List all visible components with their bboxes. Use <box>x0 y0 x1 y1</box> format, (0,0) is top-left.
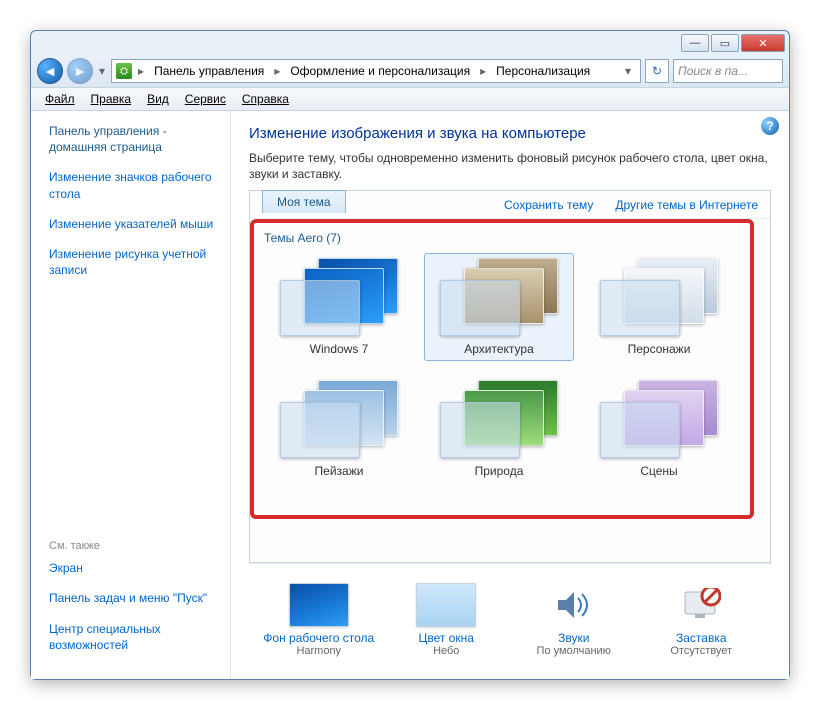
window-color-item[interactable]: Цвет окна Небо <box>387 583 505 657</box>
theme-label: Персонажи <box>628 342 691 356</box>
themes-top-bar: Моя тема Сохранить тему Другие темы в Ин… <box>250 191 770 219</box>
search-input[interactable]: Поиск в па... <box>673 59 783 83</box>
sidebar-link-taskbar[interactable]: Панель задач и меню "Пуск" <box>49 590 218 606</box>
more-themes-link[interactable]: Другие темы в Интернете <box>615 198 758 212</box>
menu-file[interactable]: Файл <box>39 90 81 108</box>
menu-help[interactable]: Справка <box>236 90 295 108</box>
menubar: Файл Правка Вид Сервис Справка <box>31 87 789 111</box>
breadcrumb-dropdown-icon[interactable]: ▾ <box>620 64 636 78</box>
body: Панель управления - домашняя страница Из… <box>31 111 789 679</box>
sidebar-link-mouse-pointers[interactable]: Изменение указателей мыши <box>49 216 218 232</box>
window-frame: — ▭ ✕ ◄ ► ▾ ⛭ ▸ Панель управления ▸ Офор… <box>30 30 790 680</box>
theme-thumbnail <box>280 380 398 458</box>
sounds-icon <box>544 583 604 627</box>
sounds-label: Звуки <box>558 631 589 645</box>
menu-view[interactable]: Вид <box>141 90 175 108</box>
menu-tools[interactable]: Сервис <box>179 90 232 108</box>
theme-landscapes[interactable]: Пейзажи <box>264 375 414 483</box>
sidebar-home-link[interactable]: Панель управления - домашняя страница <box>49 123 218 155</box>
desktop-background-item[interactable]: Фон рабочего стола Harmony <box>260 583 378 657</box>
sidebar-link-account-picture[interactable]: Изменение рисунка учетной записи <box>49 246 218 278</box>
forward-button[interactable]: ► <box>67 58 93 84</box>
theme-windows7[interactable]: Windows 7 <box>264 253 414 361</box>
theme-thumbnail <box>440 258 558 336</box>
chevron-right-icon: ▸ <box>476 64 490 78</box>
themes-scroll[interactable]: Темы Aero (7) Windows 7 <box>250 219 770 562</box>
chevron-right-icon: ▸ <box>270 64 284 78</box>
theme-characters[interactable]: Персонажи <box>584 253 734 361</box>
screensaver-value: Отсутствует <box>670 645 732 657</box>
breadcrumb-seg-2[interactable]: Оформление и персонализация <box>286 62 474 80</box>
sidebar-link-display[interactable]: Экран <box>49 560 218 576</box>
navbar: ◄ ► ▾ ⛭ ▸ Панель управления ▸ Оформление… <box>31 55 789 87</box>
back-button[interactable]: ◄ <box>37 58 63 84</box>
sidebar: Панель управления - домашняя страница Из… <box>31 111 231 679</box>
window-color-value: Небо <box>433 645 459 657</box>
screensaver-label: Заставка <box>676 631 727 645</box>
theme-label: Сцены <box>640 464 677 478</box>
titlebar: — ▭ ✕ <box>31 31 789 55</box>
themes-pane: Моя тема Сохранить тему Другие темы в Ин… <box>249 190 771 563</box>
save-theme-link[interactable]: Сохранить тему <box>504 198 593 212</box>
theme-label: Архитектура <box>464 342 534 356</box>
breadcrumb[interactable]: ⛭ ▸ Панель управления ▸ Оформление и пер… <box>111 59 641 83</box>
theme-thumbnail <box>440 380 558 458</box>
desktop-background-value: Harmony <box>296 645 341 657</box>
sidebar-link-accessibility[interactable]: Центр специальных возможностей <box>49 621 218 653</box>
chevron-right-icon: ▸ <box>134 64 148 78</box>
theme-label: Пейзажи <box>315 464 364 478</box>
page-title: Изменение изображения и звука на компьют… <box>249 125 771 142</box>
menu-edit[interactable]: Правка <box>85 90 138 108</box>
bottom-row: Фон рабочего стола Harmony Цвет окна Неб… <box>249 563 771 671</box>
theme-scenes[interactable]: Сцены <box>584 375 734 483</box>
breadcrumb-seg-1[interactable]: Панель управления <box>150 62 268 80</box>
control-panel-icon: ⛭ <box>116 63 132 79</box>
theme-thumbnail <box>280 258 398 336</box>
sounds-value: По умолчанию <box>537 645 611 657</box>
theme-architecture[interactable]: Архитектура <box>424 253 574 361</box>
nav-dropdown-icon[interactable]: ▾ <box>97 64 107 78</box>
theme-thumbnail <box>600 258 718 336</box>
theme-label: Windows 7 <box>310 342 369 356</box>
window-color-thumb <box>416 583 476 627</box>
my-theme-tab[interactable]: Моя тема <box>262 190 346 213</box>
screensaver-item[interactable]: Заставка Отсутствует <box>642 583 760 657</box>
page-description: Выберите тему, чтобы одновременно измени… <box>249 150 771 182</box>
sounds-item[interactable]: Звуки По умолчанию <box>515 583 633 657</box>
help-icon[interactable]: ? <box>761 117 779 135</box>
aero-group-label: Темы Aero (7) <box>258 227 762 253</box>
close-button[interactable]: ✕ <box>741 34 785 52</box>
main-panel: ? Изменение изображения и звука на компь… <box>231 111 789 679</box>
desktop-background-label: Фон рабочего стола <box>263 631 374 645</box>
minimize-button[interactable]: — <box>681 34 709 52</box>
theme-label: Природа <box>475 464 524 478</box>
screensaver-icon <box>671 583 731 627</box>
sidebar-link-desktop-icons[interactable]: Изменение значков рабочего стола <box>49 169 218 201</box>
desktop-background-thumb <box>289 583 349 627</box>
window-color-label: Цвет окна <box>419 631 474 645</box>
breadcrumb-seg-3[interactable]: Персонализация <box>492 62 594 80</box>
refresh-button[interactable]: ↻ <box>645 59 669 83</box>
theme-thumbnail <box>600 380 718 458</box>
maximize-button[interactable]: ▭ <box>711 34 739 52</box>
sidebar-seealso-header: См. также <box>49 540 218 552</box>
theme-grid: Windows 7 Архитектура <box>258 253 762 493</box>
theme-nature[interactable]: Природа <box>424 375 574 483</box>
